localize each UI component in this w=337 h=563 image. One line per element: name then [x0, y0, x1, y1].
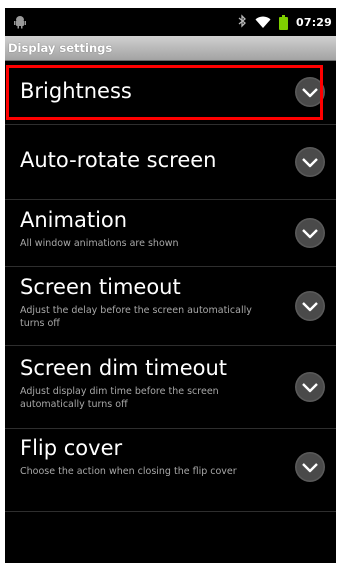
- setting-brightness[interactable]: Brightness: [5, 61, 336, 125]
- setting-summary: All window animations are shown: [20, 238, 179, 249]
- setting-summary: Adjust display dim time before the scree…: [20, 386, 219, 410]
- settings-list: Brightness Auto-rotate screen Animation …: [5, 61, 336, 512]
- page-title: Display settings: [8, 41, 113, 55]
- chevron-down-icon[interactable]: [294, 451, 326, 483]
- setting-summary: Adjust the delay before the screen autom…: [20, 305, 252, 329]
- setting-title: Auto-rotate screen: [20, 148, 217, 172]
- chevron-down-icon[interactable]: [294, 371, 326, 403]
- setting-auto-rotate-screen[interactable]: Auto-rotate screen: [5, 125, 336, 200]
- chevron-down-icon[interactable]: [294, 290, 326, 322]
- android-icon: [13, 15, 27, 29]
- setting-title: Flip cover: [20, 436, 123, 460]
- title-bar: Display settings: [5, 36, 336, 61]
- chevron-down-icon[interactable]: [294, 217, 326, 249]
- setting-screen-dim-timeout[interactable]: Screen dim timeout Adjust display dim ti…: [5, 346, 336, 429]
- chevron-down-icon[interactable]: [294, 146, 326, 178]
- highlight-box: [6, 65, 323, 120]
- battery-icon: [278, 14, 288, 30]
- setting-title: Screen timeout: [20, 275, 181, 299]
- wifi-icon: [255, 16, 271, 29]
- setting-animation[interactable]: Animation All window animations are show…: [5, 200, 336, 267]
- setting-flip-cover[interactable]: Flip cover Choose the action when closin…: [5, 429, 336, 512]
- setting-summary: Choose the action when closing the flip …: [20, 466, 237, 477]
- phone-screen: 07:29 Display settings Brightness Auto-r…: [5, 8, 336, 563]
- setting-screen-timeout[interactable]: Screen timeout Adjust the delay before t…: [5, 267, 336, 346]
- bluetooth-icon: [238, 13, 247, 31]
- clock: 07:29: [295, 15, 332, 29]
- status-bar: 07:29: [5, 8, 336, 36]
- setting-title: Animation: [20, 208, 128, 232]
- setting-title: Screen dim timeout: [20, 356, 228, 380]
